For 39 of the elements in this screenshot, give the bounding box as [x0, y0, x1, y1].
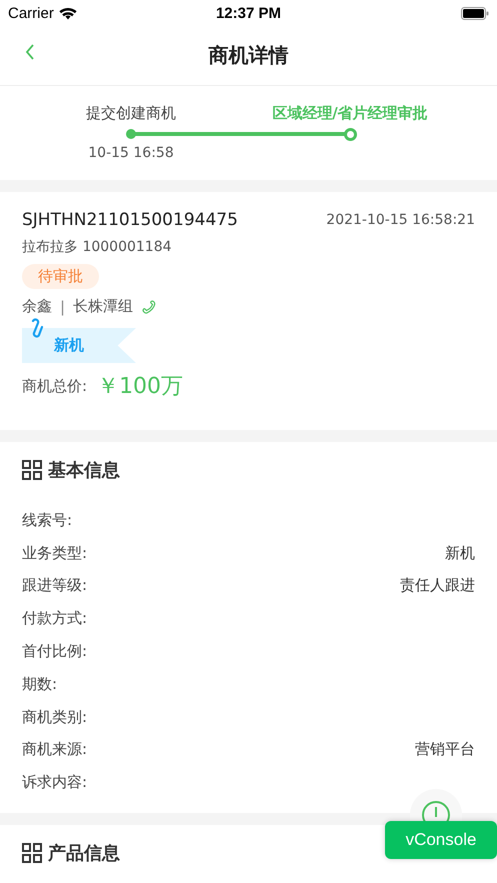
phone-icon[interactable]	[141, 298, 158, 314]
field-label: 业务类型:	[22, 544, 88, 563]
created-time: 2021-10-15 16:58:21	[326, 212, 475, 228]
field-value: 责任人跟进	[400, 576, 475, 596]
section-title: 产品信息	[48, 842, 120, 866]
person-name: 余鑫	[22, 297, 52, 316]
step-label: 提交创建商机	[86, 104, 176, 123]
grid-icon	[22, 843, 42, 864]
field-label: 线索号:	[22, 510, 72, 530]
group-name: 长株潭组	[73, 297, 134, 316]
vconsole-button[interactable]: vConsole	[385, 821, 497, 859]
grid-icon	[22, 460, 42, 480]
price-value: ￥100万	[97, 373, 184, 401]
back-icon[interactable]	[25, 44, 35, 60]
step-label: 区域经理/省片经理审批	[272, 104, 428, 123]
page-title: 商机详情	[208, 42, 288, 69]
field-label: 期数:	[22, 674, 58, 694]
status-badge: 待审批	[22, 264, 99, 289]
section-title: 基本信息	[48, 459, 120, 482]
field-label: 首付比例:	[22, 642, 88, 662]
clock-time: 12:37 PM	[216, 4, 282, 22]
field-label: 商机来源:	[22, 740, 88, 760]
paperclip-icon	[30, 318, 44, 340]
opportunity-code: SJHTHN21101500194475	[22, 210, 238, 230]
separator: |	[60, 298, 66, 316]
price-label: 商机总价:	[22, 376, 88, 396]
alert-icon	[421, 800, 451, 821]
battery-icon	[460, 6, 489, 20]
field-value: 新机	[445, 544, 475, 563]
field-label: 商机类别:	[22, 708, 88, 727]
ribbon-tag: 新机	[22, 328, 136, 363]
wifi-icon	[58, 6, 77, 20]
field-label: 付款方式:	[22, 609, 88, 628]
customer-name: 拉布拉多 1000001184	[22, 238, 172, 256]
field-value: 营销平台	[415, 740, 475, 760]
carrier-name: Carrier	[8, 4, 54, 22]
field-label: 跟进等级:	[22, 576, 88, 596]
step-time: 10-15 16:58	[88, 145, 174, 161]
field-label: 诉求内容:	[22, 773, 88, 792]
